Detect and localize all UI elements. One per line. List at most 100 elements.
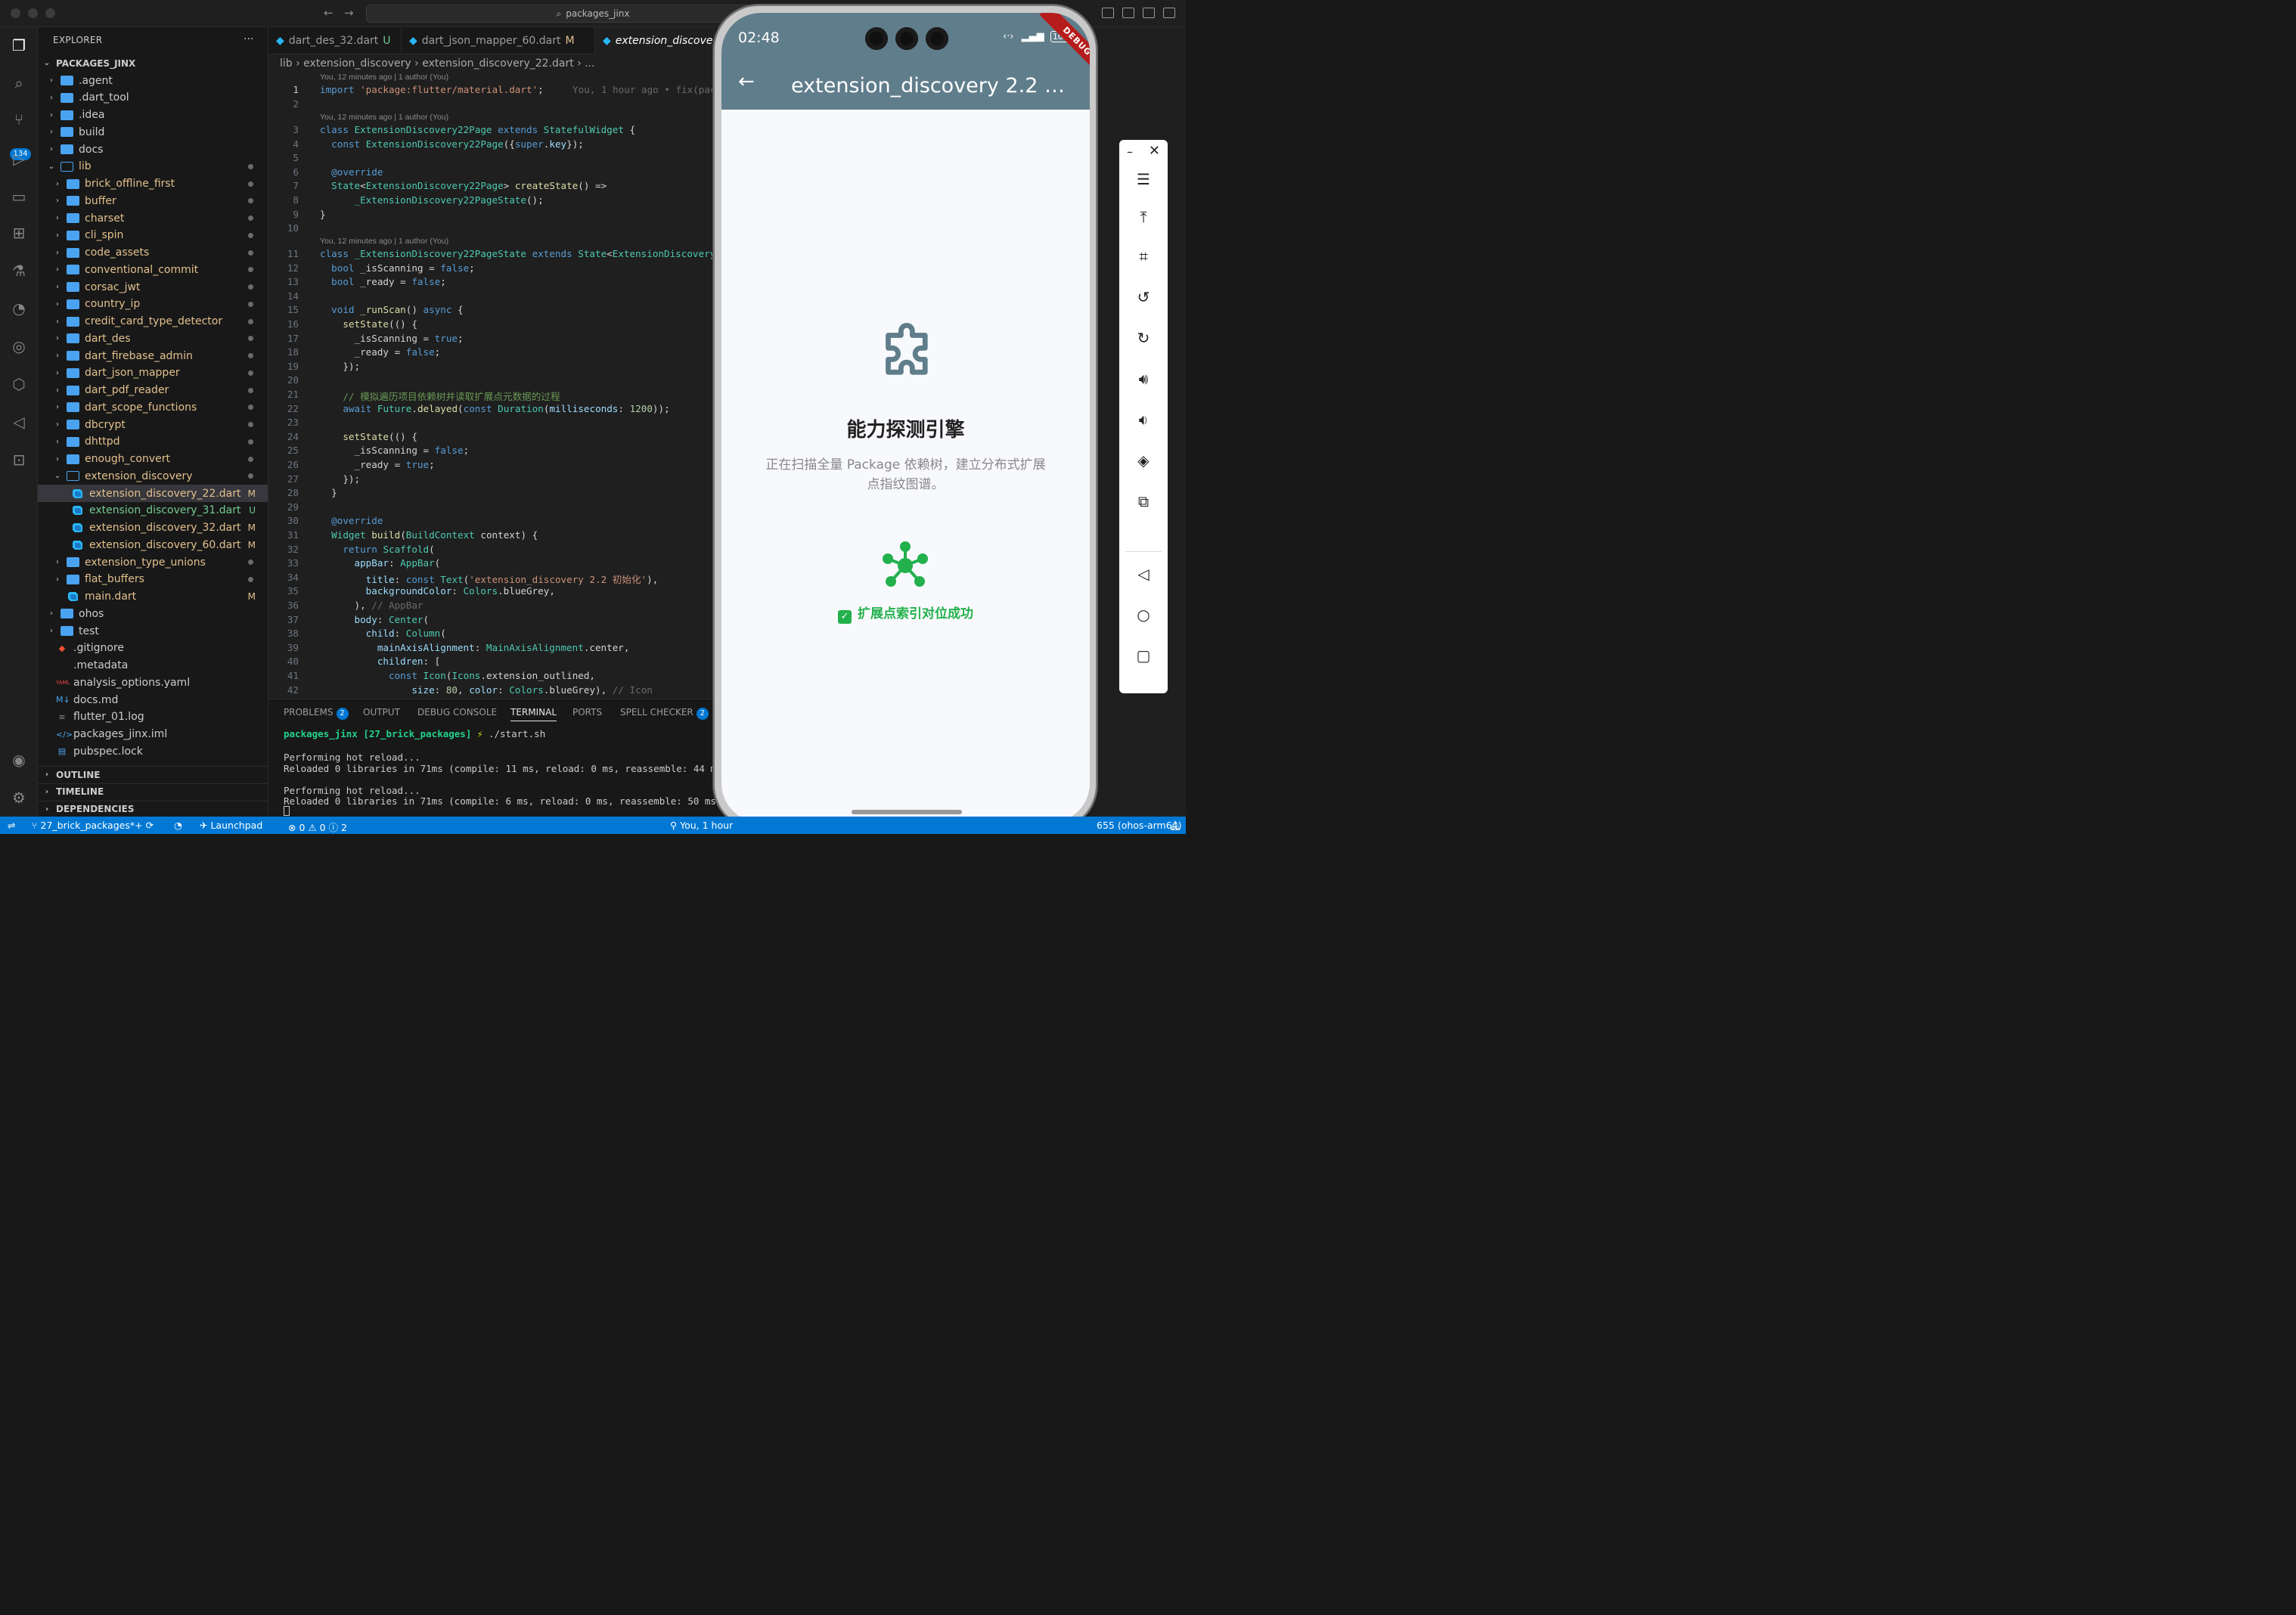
file-item[interactable]: ▤ pubspec.lock [38,742,268,760]
home-circle-icon[interactable]: ○ [1119,606,1168,624]
file-item[interactable]: M↓ docs.md [38,691,268,708]
code-line[interactable]: 11 class _ExtensionDiscovery22PageState e… [268,248,728,262]
code-line[interactable]: 6 @override [268,166,715,181]
breadcrumb-item[interactable]: lib [280,57,293,70]
file-item[interactable]: extension_discovery_60.dart M [38,536,268,553]
folder-item[interactable]: › .agent [38,72,268,89]
source-control-icon[interactable]: ⑂ [8,109,29,130]
customize-layout-icon[interactable] [1102,8,1114,18]
folder-item[interactable]: › test [38,622,268,640]
code-line[interactable]: 33 appBar: AppBar( [268,557,715,572]
section-outline[interactable]: › OUTLINE [38,766,268,783]
code-line[interactable]: 41 const Icon(Icons.extension_outlined, [268,670,715,684]
code-line[interactable]: 39 mainAxisAlignment: MainAxisAlignment.… [268,642,715,656]
toggle-sidebar-icon[interactable] [1122,8,1134,18]
breadcrumb[interactable]: lib › extension_discovery › extension_di… [280,57,595,70]
shake-icon[interactable]: ◈ [1119,451,1168,470]
folder-item[interactable]: › charset [38,209,268,227]
home-indicator[interactable] [852,810,962,814]
code-line[interactable]: 7 State<ExtensionDiscovery22Page> create… [268,180,715,194]
folder-item[interactable]: › .dart_tool [38,89,268,107]
code-line[interactable]: 4 const ExtensionDiscovery22Page({super.… [268,138,715,153]
code-line[interactable]: 2 [268,98,715,113]
volume-up-icon[interactable]: 🔊︎ [1119,370,1168,388]
folder-item[interactable]: › flat_buffers [38,571,268,588]
explorer-icon[interactable]: ❐ [8,35,29,56]
code-line[interactable]: 3 class ExtensionDiscovery22Page extends … [268,124,715,138]
run-debug-icon[interactable]: ▷ [8,148,29,169]
breadcrumb-item[interactable]: ... [585,57,594,70]
code-line[interactable]: 8 _ExtensionDiscovery22PageState(); [268,194,715,209]
folder-item[interactable]: › ohos [38,605,268,622]
git-graph-icon[interactable]: ◔ [8,298,29,319]
rotate-right-icon[interactable]: ↻ [1119,329,1168,347]
code-line[interactable]: 30 @override [268,515,715,529]
section-timeline[interactable]: › TIMELINE [38,783,268,800]
code-line[interactable]: 9} [268,209,715,223]
code-line[interactable]: 12 bool _isScanning = false; [268,262,715,277]
folder-item[interactable]: › dart_firebase_admin [38,347,268,364]
code-line[interactable]: 17 _isScanning = true; [268,333,715,347]
volume-down-icon[interactable]: 🔉︎ [1119,411,1168,429]
folder-item[interactable]: › enough_convert [38,451,268,468]
code-line[interactable]: 28 } [268,487,715,501]
folder-item[interactable]: › brick_offline_first [38,175,268,193]
editor-tab[interactable]: ◆ dart_des_32.dart U [268,27,402,54]
search-icon[interactable]: ⌕ [8,73,29,94]
folder-item[interactable]: › build [38,123,268,141]
launchpad-status[interactable]: ✈ Launchpad [200,820,262,831]
code-line[interactable]: 21 // 模拟遍历项目依赖树并读取扩展点元数据的过程 [268,389,715,403]
code-line[interactable]: 37 body: Center( [268,614,715,628]
section-dependencies[interactable]: › DEPENDENCIES [38,800,268,817]
file-item[interactable]: ◆ .gitignore [38,640,268,657]
code-line[interactable]: 32 return Scaffold( [268,544,715,558]
toggle-secondary-sidebar-icon[interactable] [1163,8,1175,18]
code-line[interactable]: 35 backgroundColor: Colors.blueGrey, [268,585,715,600]
codelens-blame[interactable]: You, 12 minutes ago | 1 author (You) [320,113,448,122]
menu-icon[interactable]: ☰ [1119,170,1168,188]
file-item[interactable]: extension_discovery_22.dart M [38,485,268,502]
editor-tab[interactable]: ◆ extension_discovery [595,27,715,54]
recents-square-icon[interactable]: ▢ [1119,646,1168,665]
code-line[interactable]: 29 [268,501,715,516]
code-line[interactable]: 38 child: Column( [268,628,715,642]
code-line[interactable]: 1 import 'package:flutter/material.dart';… [268,84,715,98]
folder-item[interactable]: › cli_spin [38,227,268,244]
workspace-root[interactable]: ⌄ PACKAGES_JINX [38,54,268,72]
folder-item[interactable]: › dbcrypt [38,416,268,433]
inspector-icon[interactable]: ⊡ [8,449,29,470]
close-window-button[interactable] [11,8,20,18]
flutter-icon[interactable]: ◁ [8,411,29,432]
folder-item[interactable]: › dart_json_mapper [38,364,268,382]
folder-item[interactable]: › dart_pdf_reader [38,382,268,399]
panel-tab-terminal[interactable]: TERMINAL [510,707,557,721]
folder-item[interactable]: › country_ip [38,296,268,313]
editor-tab[interactable]: ◆ dart_json_mapper_60.dart M [402,27,595,54]
panel-tab-output[interactable]: OUTPUT [363,707,400,718]
file-item[interactable]: extension_discovery_31.dart U [38,502,268,519]
code-line[interactable]: 40 children: [ [268,656,715,670]
more-actions-icon[interactable]: ··· [244,33,253,45]
rotate-left-icon[interactable]: ↺ [1119,288,1168,306]
code-line[interactable]: 25 _isScanning = false; [268,445,715,459]
code-line[interactable]: 23 [268,417,715,431]
file-item[interactable]: </> packages_jinx.iml [38,726,268,743]
folder-item[interactable]: › dhttpd [38,433,268,451]
folder-item[interactable]: › code_assets [38,244,268,262]
containers-icon[interactable]: ⬡ [8,374,29,395]
back-arrow-icon[interactable]: ← [324,6,334,20]
extensions-icon[interactable]: ⊞ [8,222,29,243]
account-icon[interactable]: ◉ [8,749,29,770]
back-arrow-icon[interactable]: ← [738,70,755,93]
code-line[interactable]: 19 }); [268,361,715,375]
git-graph-icon[interactable]: ◔ [174,820,182,831]
pin-top-icon[interactable]: ⤒ [1119,208,1168,226]
folder-item[interactable]: › dart_scope_functions [38,398,268,416]
code-line[interactable]: 16 setState(() { [268,318,715,333]
zoom-window-button[interactable] [45,8,55,18]
folder-item[interactable]: › dart_des [38,330,268,347]
codelens-blame[interactable]: You, 12 minutes ago | 1 author (You) [320,237,448,246]
code-line[interactable]: 13 bool _ready = false; [268,276,715,290]
breadcrumb-item[interactable]: extension_discovery_22.dart [422,57,574,70]
toggle-panel-icon[interactable] [1143,8,1155,18]
